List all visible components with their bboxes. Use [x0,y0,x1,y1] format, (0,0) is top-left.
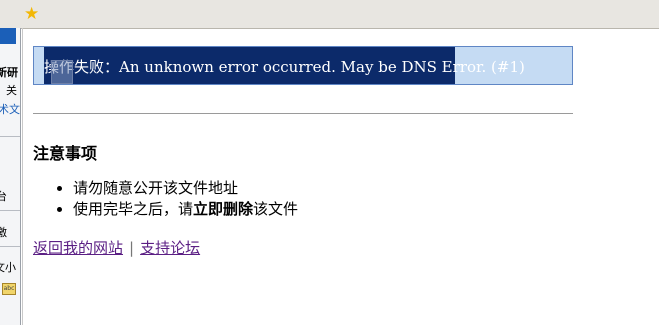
error-text: 操作失败：An unknown error occurred. May be D… [44,56,525,77]
note-text: 请勿随意公开该文件地址 [73,179,239,197]
divider-line [33,113,573,114]
notes-title: 注意事项 [33,144,98,163]
star-icon[interactable]: ★ [24,6,41,23]
panel-fragment: 新研 [0,66,18,79]
browser-toolbar: ★ [0,0,659,29]
side-panel: 新研 关 术文 台 激 文小 abc [0,28,21,325]
panel-fragment[interactable]: 术文 [0,101,20,117]
panel-fragment: 文小 [0,261,16,274]
panel-header-block [0,28,16,44]
panel-fragment: 台 [0,188,7,204]
note-text-suffix: 该文件 [253,200,299,218]
note-text-bold: 立即删除 [193,200,254,218]
note-text-prefix: 使用完毕之后，请 [73,200,194,218]
link-separator: | [129,239,135,257]
forum-link[interactable]: 支持论坛 [140,239,200,257]
panel-divider [0,246,20,247]
list-item: 请勿随意公开该文件地址 [73,178,298,199]
panel-splitter[interactable] [22,28,23,325]
spellcheck-pencil-icon[interactable]: abc [2,283,16,295]
footer-links: 返回我的网站 | 支持论坛 [33,237,200,258]
list-item: 使用完毕之后，请立即删除该文件 [73,199,298,220]
home-link[interactable]: 返回我的网站 [33,239,123,257]
error-message-box: 操作失败：An unknown error occurred. May be D… [33,46,573,85]
panel-divider [0,136,20,137]
drag-cursor-icon [51,60,73,84]
panel-fragment: 关 [6,84,17,97]
panel-divider [0,210,20,211]
error-message: An unknown error occurred. May be DNS Er… [119,58,525,76]
notes-list: 请勿随意公开该文件地址 使用完毕之后，请立即删除该文件 [33,178,298,220]
panel-fragment: 激 [0,224,7,240]
